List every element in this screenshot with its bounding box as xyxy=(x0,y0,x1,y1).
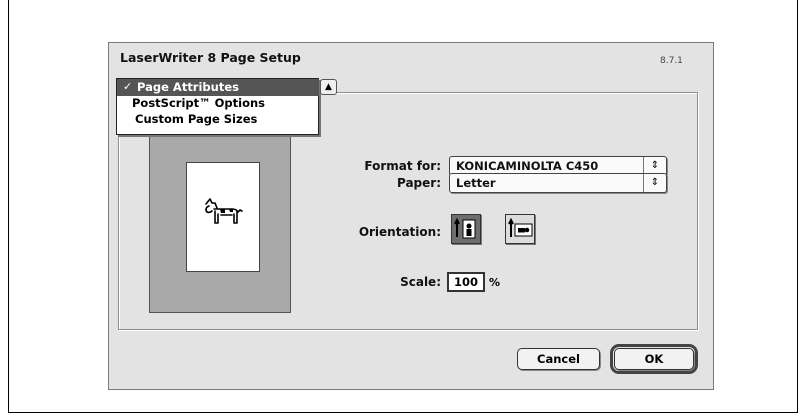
format-for-value: KONICAMINOLTA C450 xyxy=(456,159,599,173)
menu-item-page-attributes[interactable]: Page Attributes xyxy=(137,80,239,94)
percent-label: % xyxy=(489,276,501,289)
up-down-arrows-icon: ⇕ xyxy=(643,174,666,192)
dialog-title: LaserWriter 8 Page Setup xyxy=(120,50,301,65)
orientation-label: Orientation: xyxy=(358,225,441,239)
cancel-button[interactable]: Cancel xyxy=(517,348,600,370)
version-label: 8.7.1 xyxy=(660,56,683,66)
paper-value: Letter xyxy=(456,176,496,190)
dogcow-icon xyxy=(205,198,243,224)
paper-select[interactable]: Letter ⇕ xyxy=(449,173,667,193)
portrait-orientation-button[interactable] xyxy=(451,214,481,244)
portrait-orientation-icon xyxy=(454,217,476,239)
format-for-label: Format for: xyxy=(364,159,441,173)
checkmark-icon: ✓ xyxy=(123,80,133,93)
ok-button[interactable]: OK xyxy=(610,344,698,374)
scale-label: Scale: xyxy=(400,275,441,289)
paper-label: Paper: xyxy=(396,176,441,190)
menu-item-postscript-options[interactable]: PostScript™ Options xyxy=(132,96,265,110)
up-down-arrows-icon[interactable]: ▲ xyxy=(320,79,337,95)
landscape-orientation-icon xyxy=(508,217,533,237)
scale-input[interactable]: 100 xyxy=(447,272,485,292)
menu-item-custom-page-sizes[interactable]: Custom Page Sizes xyxy=(135,112,257,126)
landscape-orientation-button[interactable] xyxy=(505,214,535,244)
